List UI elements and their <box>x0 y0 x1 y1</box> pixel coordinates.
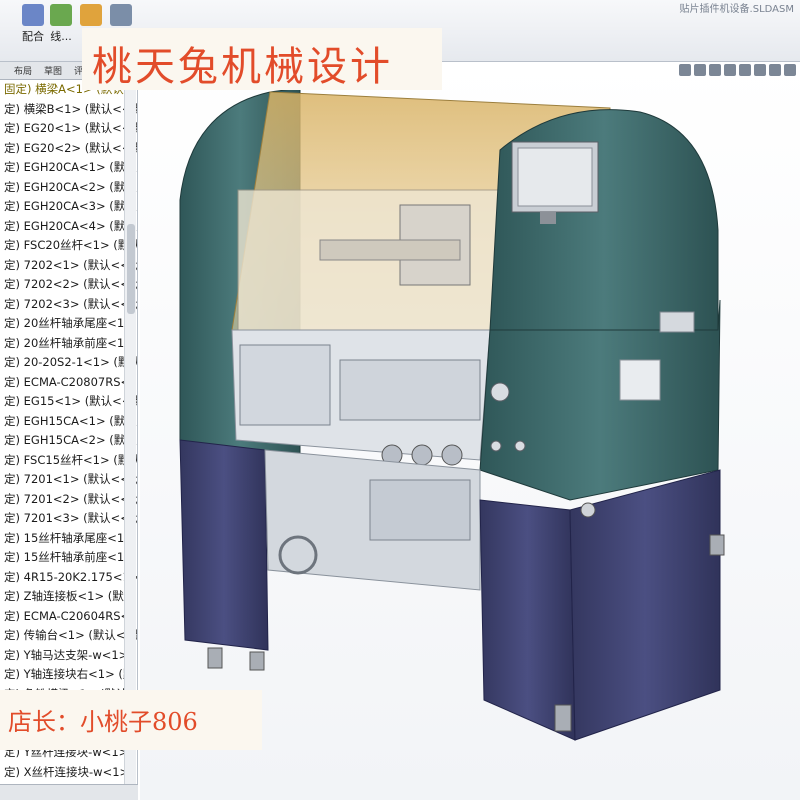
tree-item[interactable]: 定) 15丝杆轴承尾座<1> <box>0 529 137 549</box>
scroll-thumb[interactable] <box>127 224 135 314</box>
display-style-icon[interactable] <box>754 64 766 76</box>
tree-item[interactable]: 定) EG20<1> (默认<<默 <box>0 119 137 139</box>
tree-item[interactable]: 定) X丝杆连接块-w<1> <box>0 763 137 783</box>
tree-item[interactable]: 定) 7201<1> (默认<<默 <box>0 470 137 490</box>
watermark-banner-top: 桃天兔机械设计 <box>82 28 442 90</box>
tab-sketch[interactable]: 草图 <box>44 64 62 77</box>
mate-label: 配合 <box>22 30 44 43</box>
zoom-area-icon[interactable] <box>694 64 706 76</box>
tree-item[interactable]: 定) 横梁B<1> (默认<<默 <box>0 100 137 120</box>
tree-item[interactable]: 定) EGH15CA<2> (默认 <box>0 431 137 451</box>
tree-scrollbar[interactable] <box>124 84 136 784</box>
watermark-title: 桃天兔机械设计 <box>92 44 393 90</box>
foot <box>207 647 223 669</box>
tree-item[interactable]: 定) 7202<1> (默认<<默 <box>0 256 137 276</box>
tree-item[interactable]: 定) 传输台<1> (默认<<默 <box>0 626 137 646</box>
tree-bottom-tabs <box>0 784 138 800</box>
tree-item[interactable]: 定) 15丝杆轴承前座<1> <box>0 548 137 568</box>
view-orient-icon[interactable] <box>739 64 751 76</box>
tree-item[interactable]: 定) Y轴连接块右<1> (默 <box>0 665 137 685</box>
tool-icon <box>110 4 132 26</box>
window-title: 贴片插件机设备.SLDASM <box>679 4 794 15</box>
line-button[interactable]: 线... <box>44 4 78 48</box>
tree-item[interactable]: 定) EGH20CA<3> (默认 <box>0 197 137 217</box>
tab-layout[interactable]: 布局 <box>14 64 32 77</box>
smart-icon <box>80 4 102 26</box>
tree-item[interactable]: 定) 20丝杆轴承尾座<1> <box>0 314 137 334</box>
tree-item[interactable]: 定) 4R15-20K2.175<1> <box>0 568 137 588</box>
view-toolbar <box>679 64 796 78</box>
foot <box>554 704 572 732</box>
tree-item[interactable]: 定) ECMA-C20807RS< <box>0 373 137 393</box>
tree-item[interactable]: 定) 7201<2> (默认<<默 <box>0 490 137 510</box>
appearance-icon[interactable] <box>784 64 796 76</box>
line-icon <box>50 4 72 26</box>
tree-item[interactable]: 定) EG20<2> (默认<<默 <box>0 139 137 159</box>
left-lower-panel <box>179 439 269 651</box>
tree-item[interactable]: 定) EGH15CA<1> (默认 <box>0 412 137 432</box>
prev-view-icon[interactable] <box>709 64 721 76</box>
section-view-icon[interactable] <box>724 64 736 76</box>
right-lower-panel <box>479 499 576 741</box>
tree-item[interactable]: 定) 7202<2> (默认<<默 <box>0 275 137 295</box>
tree-item[interactable]: 定) 20-20S2-1<1> (默认 <box>0 353 137 373</box>
tree-item[interactable]: 定) EG15<1> (默认<<默 <box>0 392 137 412</box>
hide-show-icon[interactable] <box>769 64 781 76</box>
watermark-banner-bottom: 店长：小桃子806 <box>0 690 262 750</box>
tree-item[interactable]: 定) Y轴马达支架-w<1> <box>0 646 137 666</box>
tree-item[interactable]: 定) 7202<3> (默认<<默 <box>0 295 137 315</box>
tree-item[interactable]: 定) FSC15丝杆<1> (默认 <box>0 451 137 471</box>
mate-icon <box>22 4 44 26</box>
tree-item[interactable]: 定) ECMA-C20604RS< <box>0 607 137 627</box>
zoom-fit-icon[interactable] <box>679 64 691 76</box>
tree-item[interactable]: 定) Z轴连接板<1> (默认 <box>0 587 137 607</box>
tree-item[interactable]: 定) EGH20CA<2> (默认 <box>0 178 137 198</box>
tree-item[interactable]: 定) EGH20CA<1> (默认 <box>0 158 137 178</box>
tree-item[interactable]: 定) 7201<3> (默认<<默 <box>0 509 137 529</box>
tree-item[interactable]: 定) FSC20丝杆<1> (默认 <box>0 236 137 256</box>
watermark-shopkeeper: 店长：小桃子806 <box>8 708 198 736</box>
tree-item[interactable]: 定) 20丝杆轴承前座<1> <box>0 334 137 354</box>
line-label: 线... <box>50 30 72 43</box>
foot <box>249 651 265 671</box>
tree-item[interactable]: 定) EGH20CA<4> (默认 <box>0 217 137 237</box>
foot <box>709 534 725 556</box>
